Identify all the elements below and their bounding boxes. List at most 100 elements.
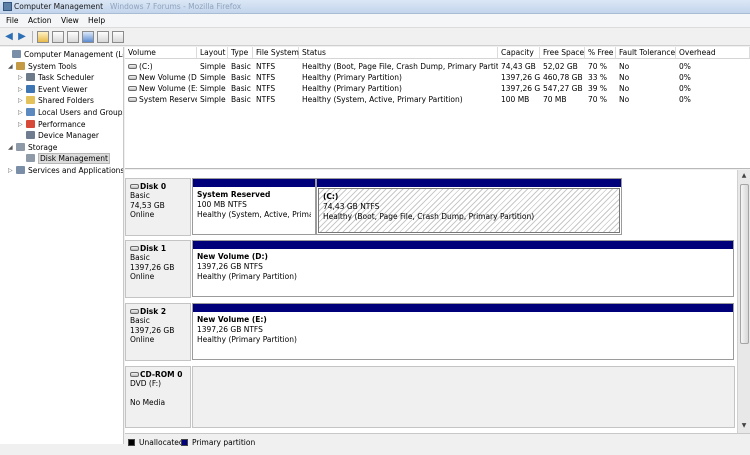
export-list-icon[interactable] [97, 31, 109, 43]
legend-primary-label: Primary partition [192, 438, 256, 447]
menu-view[interactable]: View [61, 16, 79, 25]
tree-item-label: Shared Folders [38, 96, 94, 106]
primary-partition-bar [193, 179, 315, 187]
table-cell: Simple [200, 84, 226, 93]
expand-toggle-icon[interactable]: ▷ [18, 107, 23, 118]
volume-list: Volume Layout Type File System Status Capacit… [125, 47, 750, 169]
toolbar-separator [32, 31, 33, 43]
table-cell: NTFS [256, 62, 276, 71]
hard-disk-icon [130, 184, 139, 189]
table-cell: 74,43 GB [501, 62, 536, 71]
column-header-file-system[interactable]: File System [253, 47, 299, 59]
partition-status: Healthy (Boot, Page File, Crash Dump, Pr… [323, 212, 535, 221]
tree-item-storage[interactable]: ◢ Storage [8, 142, 58, 153]
partition-new-volume-d[interactable]: New Volume (D:) 1397,26 GB NTFS Healthy (P… [192, 240, 734, 297]
disk-name-row: Disk 0 [130, 182, 186, 191]
tree-item-label: Event Viewer [38, 84, 88, 94]
scroll-down-icon[interactable]: ▼ [738, 420, 750, 432]
table-cell: Simple [200, 62, 226, 71]
disk-name: CD-ROM 0 [140, 370, 183, 379]
tree-item-disk-management[interactable]: Disk Management [26, 153, 110, 165]
column-header-overhead[interactable]: Overhead [676, 47, 750, 59]
tree-item-label: Services and Applications [28, 166, 124, 175]
disk-name: Disk 1 [140, 244, 167, 253]
column-header-status[interactable]: Status [299, 47, 498, 59]
legend-unallocated-label: Unallocated [139, 438, 184, 447]
table-cell: Basic [231, 95, 251, 104]
tree-item-shared-folders[interactable]: ▷ Shared Folders [18, 95, 94, 106]
disk-icon [26, 154, 35, 163]
tree-item-computer-management-local[interactable]: Computer Management (Local [12, 49, 123, 60]
disk-type: Basic [130, 191, 150, 200]
tree-item-system-tools[interactable]: ◢ System Tools [8, 61, 77, 72]
partition-body: (C:) 74,43 GB NTFS Healthy (Boot, Page Fil… [318, 188, 620, 233]
volume-name-cell: System Reserved [125, 94, 197, 105]
disk-size: 1397,26 GB [130, 262, 175, 272]
tree-item-local-users-and-groups[interactable]: ▷ Local Users and Groups [18, 107, 123, 118]
expand-toggle-icon[interactable]: ◢ [8, 142, 13, 153]
tree-item-label: Storage [28, 142, 58, 152]
help-icon[interactable] [82, 31, 94, 43]
show-hide-tree-icon[interactable] [52, 31, 64, 43]
menu-help[interactable]: Help [88, 16, 105, 25]
table-cell: 70 % [588, 95, 608, 104]
table-cell: Simple [200, 95, 226, 104]
table-cell: 70 % [588, 62, 608, 71]
legend-unallocated-swatch [128, 439, 135, 446]
tree-item-device-manager[interactable]: Device Manager [26, 130, 99, 141]
expand-toggle-icon[interactable]: ▷ [18, 72, 23, 83]
column-header-fault-tolerance[interactable]: Fault Tolerance [616, 47, 676, 59]
tree-item-label: Performance [38, 119, 86, 129]
table-cell: Healthy (Primary Partition) [302, 73, 402, 82]
status-bar [0, 444, 125, 455]
partition-body: New Volume (D:) 1397,26 GB NTFS Healthy (P… [193, 249, 733, 285]
column-header-layout[interactable]: Layout [197, 47, 228, 59]
disk-view-scrollbar[interactable]: ▲ ▼ [737, 170, 750, 433]
scroll-up-icon[interactable]: ▲ [738, 170, 750, 182]
disk-type: Basic [130, 253, 150, 262]
disk-label-cd-rom-0[interactable]: CD-ROM 0 DVD (F:) No Media [125, 366, 191, 428]
expand-toggle-icon[interactable]: ▷ [18, 84, 23, 95]
properties-icon[interactable] [67, 31, 79, 43]
volume-drive-icon [128, 86, 137, 91]
partition-c[interactable]: (C:) 74,43 GB NTFS Healthy (Boot, Page Fil… [316, 178, 622, 235]
disk-label-disk-0[interactable]: Disk 0 Basic 74,53 GB Online [125, 178, 191, 236]
up-folder-icon[interactable] [37, 31, 49, 43]
column-header-free[interactable]: % Free [585, 47, 616, 59]
forward-arrow-icon[interactable]: ▶ [16, 31, 28, 43]
tree-item-task-scheduler[interactable]: ▷ Task Scheduler [18, 72, 94, 83]
tools-icon [16, 61, 25, 70]
column-header-volume[interactable]: Volume [125, 47, 197, 59]
disk-label-disk-2[interactable]: Disk 2 Basic 1397,26 GB Online [125, 303, 191, 361]
tree-item-event-viewer[interactable]: ▷ Event Viewer [18, 84, 88, 95]
table-cell: 0% [679, 73, 691, 82]
back-arrow-icon[interactable]: ◀ [3, 31, 15, 43]
expand-toggle-icon[interactable]: ◢ [8, 61, 13, 72]
table-cell: NTFS [256, 84, 276, 93]
menu-file[interactable]: File [6, 16, 19, 25]
partition-system-reserved[interactable]: System Reserved 100 MB NTFS Healthy (Syste… [192, 178, 316, 235]
expand-toggle-icon[interactable]: ▷ [8, 165, 13, 176]
partition-new-volume-e[interactable]: New Volume (E:) 1397,26 GB NTFS Healthy (P… [192, 303, 734, 360]
disk-size: 74,53 GB [130, 200, 165, 210]
scrollbar-thumb[interactable] [740, 184, 749, 344]
table-cell: Simple [200, 73, 226, 82]
partition-body: System Reserved 100 MB NTFS Healthy (Syste… [193, 187, 315, 223]
tree-item-services-and-applications[interactable]: ▷ Services and Applications [8, 165, 124, 176]
disk-label-disk-1[interactable]: Disk 1 Basic 1397,26 GB Online [125, 240, 191, 298]
expand-toggle-icon[interactable]: ▷ [18, 95, 23, 106]
table-cell: No [619, 73, 630, 82]
column-header-free-space[interactable]: Free Space [540, 47, 585, 59]
column-header-type[interactable]: Type [228, 47, 253, 59]
disk-name: Disk 2 [140, 307, 167, 316]
table-cell: Basic [231, 84, 251, 93]
table-cell: NTFS [256, 95, 276, 104]
tree-item-performance[interactable]: ▷ Performance [18, 119, 86, 130]
column-header-capacity[interactable]: Capacity [498, 47, 540, 59]
partition-status: Healthy (Primary Partition) [197, 335, 297, 344]
tree-item-label: System Tools [28, 61, 77, 71]
expand-toggle-icon[interactable]: ▷ [18, 119, 23, 130]
menu-action[interactable]: Action [28, 16, 52, 25]
table-cell: Healthy (Boot, Page File, Crash Dump, Pr… [302, 62, 498, 71]
disk-check-icon[interactable] [112, 31, 124, 43]
